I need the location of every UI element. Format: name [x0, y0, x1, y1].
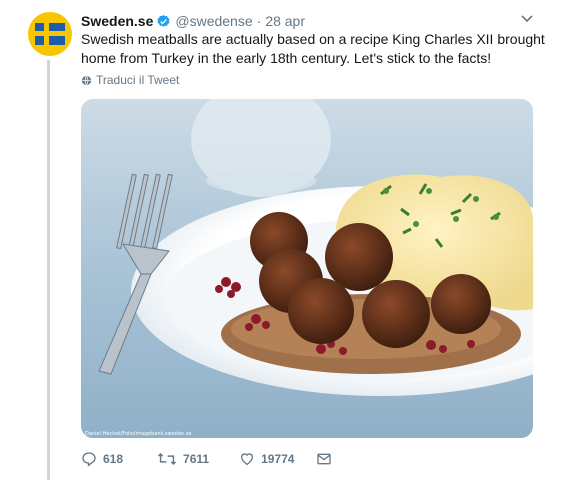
translate-link[interactable]: Traduci il Tweet	[81, 73, 179, 87]
reply-icon	[82, 452, 96, 467]
reply-button[interactable]: 618	[81, 451, 123, 467]
like-count: 19774	[261, 452, 295, 466]
meatballs-photo: Daniel Hecisel/Folio/imagebank.sweden.se	[81, 99, 533, 438]
retweet-icon	[157, 452, 177, 466]
header-separator: ·	[256, 13, 262, 29]
reply-count: 618	[103, 452, 124, 466]
direct-message-button[interactable]	[316, 451, 332, 467]
retweet-count: 7611	[183, 452, 210, 466]
chevron-down-icon[interactable]	[520, 14, 534, 24]
envelope-icon	[317, 453, 332, 465]
translate-label[interactable]: Traduci il Tweet	[96, 73, 179, 87]
tweet-actions: 618 7611 19774	[81, 448, 332, 470]
author-handle[interactable]: @swedense	[175, 13, 252, 29]
tweet-header: Sweden.se @swedense · 28 apr	[81, 11, 544, 31]
author-name[interactable]: Sweden.se	[81, 13, 153, 29]
avatar[interactable]	[28, 12, 72, 56]
globe-icon	[81, 75, 92, 85]
swedish-flag-icon	[35, 23, 65, 45]
tweet-date[interactable]: 28 apr	[265, 13, 305, 29]
verified-badge-icon	[157, 14, 170, 27]
tweet-text: Swedish meatballs are actually based on …	[81, 31, 545, 66]
thread-line	[47, 60, 50, 480]
heart-icon	[241, 453, 254, 466]
retweet-button[interactable]: 7611	[157, 451, 209, 467]
like-button[interactable]: 19774	[239, 451, 294, 467]
image-credit: Daniel Hecisel/Folio/imagebank.sweden.se	[85, 431, 191, 437]
tweet-image[interactable]: Daniel Hecisel/Folio/imagebank.sweden.se	[81, 99, 533, 438]
